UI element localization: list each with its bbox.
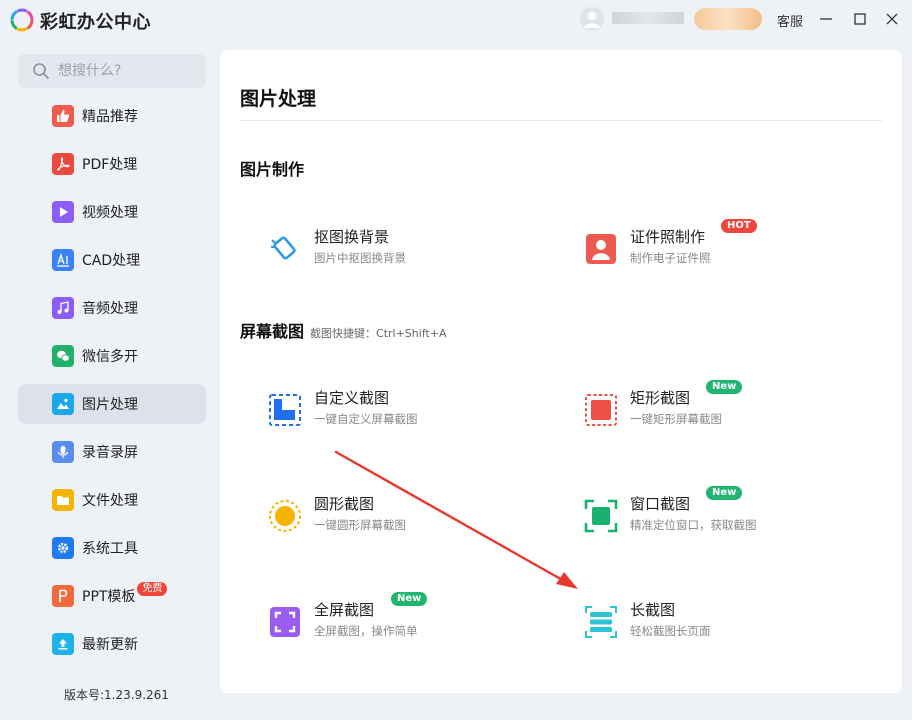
tool-window-screenshot[interactable]: 窗口截图 New 精准定位窗口，获取截图 <box>584 486 844 541</box>
sidebar-nav: 精品推荐 PDF处理 视频处理 CAD处理 音频处理 微信多开 图片处理 录音录… <box>18 96 206 672</box>
sidebar-item-label: 精品推荐 <box>82 109 138 125</box>
tool-description: 一键自定义屏幕截图 <box>314 412 418 426</box>
tool-circle-screenshot[interactable]: 圆形截图 一键圆形屏幕截图 <box>268 493 528 541</box>
new-badge: New <box>706 380 743 394</box>
ppt-icon <box>52 585 74 607</box>
tool-id-photo[interactable]: 证件照制作 HOT 制作电子证件照 <box>584 219 844 274</box>
tool-name: 窗口截图 <box>630 495 691 513</box>
sidebar-item-recommended[interactable]: 精品推荐 <box>18 96 206 136</box>
new-badge: New <box>706 486 743 500</box>
microphone-icon <box>52 441 74 463</box>
user-icon <box>584 12 600 28</box>
play-icon <box>52 201 74 223</box>
tool-description: 精准定位窗口，获取截图 <box>630 518 757 532</box>
window-crop-icon <box>584 499 618 533</box>
sidebar-item-label: 微信多开 <box>82 349 138 365</box>
app-logo-icon <box>10 8 34 32</box>
circle-crop-icon <box>269 500 301 532</box>
maximize-icon <box>854 13 866 25</box>
tool-name: 抠图换背景 <box>314 228 390 246</box>
app-title: 彩虹办公中心 <box>40 12 151 33</box>
search-icon <box>33 63 49 79</box>
custom-crop-icon <box>269 394 301 426</box>
gear-icon <box>52 537 74 559</box>
close-icon <box>886 13 898 25</box>
shortcut-hint: 截图快捷键：Ctrl+Shift+A <box>310 327 447 340</box>
free-badge: 免费 <box>137 582 168 596</box>
tool-name: 全屏截图 <box>314 601 375 619</box>
sidebar-item-pdf[interactable]: PDF处理 <box>18 144 206 184</box>
tool-name: 矩形截图 <box>630 389 691 407</box>
tool-description: 图片中抠图换背景 <box>314 251 406 265</box>
sidebar-item-label: 最新更新 <box>82 637 138 653</box>
hot-badge: HOT <box>721 219 757 233</box>
rectangle-crop-icon <box>585 394 617 426</box>
search-input[interactable] <box>58 63 188 79</box>
sidebar-item-system-tools[interactable]: 系统工具 <box>18 528 206 568</box>
version-label: 版本号:1.23.9.261 <box>64 688 169 702</box>
sidebar-item-latest-updates[interactable]: 最新更新 <box>18 624 206 664</box>
tool-description: 一键圆形屏幕截图 <box>314 518 406 532</box>
sidebar-item-video[interactable]: 视频处理 <box>18 192 206 232</box>
tool-long-screenshot[interactable]: 长截图 轻松截图长页面 <box>584 599 844 647</box>
section-title-screenshot: 屏幕截图 截图快捷键：Ctrl+Shift+A <box>240 318 447 342</box>
sidebar-item-recording[interactable]: 录音录屏 <box>18 432 206 472</box>
tool-description: 轻松截图长页面 <box>630 624 711 638</box>
tool-custom-screenshot[interactable]: 自定义截图 一键自定义屏幕截图 <box>268 387 528 435</box>
sidebar-item-label: 图片处理 <box>82 397 138 413</box>
main-panel: 图片处理 图片制作 抠图换背景 图片中抠图换背景 证件照制作 HOT 制作电子证… <box>220 50 902 693</box>
tool-name: 自定义截图 <box>314 389 390 407</box>
sidebar-item-label: 录音录屏 <box>82 445 138 461</box>
tool-name: 证件照制作 <box>630 228 706 246</box>
tool-description: 一键矩形屏幕截图 <box>630 412 722 426</box>
section-title-text: 屏幕截图 <box>240 322 305 341</box>
sidebar-item-label: 系统工具 <box>82 541 138 557</box>
sidebar-item-label: 视频处理 <box>82 205 138 221</box>
customer-service-button[interactable]: 客服 <box>777 11 803 30</box>
pdf-icon <box>52 153 74 175</box>
folder-icon <box>52 489 74 511</box>
search-box[interactable] <box>18 54 206 88</box>
tool-name: 长截图 <box>630 601 676 619</box>
avatar[interactable] <box>580 7 604 31</box>
wechat-icon <box>52 345 74 367</box>
upload-icon <box>52 633 74 655</box>
sidebar-item-cad[interactable]: CAD处理 <box>18 240 206 280</box>
sidebar-item-label: PPT模板 <box>82 589 136 605</box>
title-bar: 彩虹办公中心 客服 <box>0 0 912 40</box>
fullscreen-icon <box>270 607 300 637</box>
user-name-blurred[interactable] <box>612 12 684 24</box>
long-screenshot-icon <box>585 606 617 638</box>
tool-description: 全屏截图，操作简单 <box>314 624 418 638</box>
eraser-icon <box>271 236 296 260</box>
maximize-button[interactable] <box>846 6 874 32</box>
sidebar-item-audio[interactable]: 音频处理 <box>18 288 206 328</box>
vip-badge[interactable] <box>694 8 762 30</box>
music-icon <box>52 297 74 319</box>
minimize-button[interactable] <box>812 6 840 32</box>
sidebar-item-label: 音频处理 <box>82 301 138 317</box>
tool-cutout-background[interactable]: 抠图换背景 图片中抠图换背景 <box>268 226 528 274</box>
tool-rectangle-screenshot[interactable]: 矩形截图 New 一键矩形屏幕截图 <box>584 380 844 435</box>
close-button[interactable] <box>878 6 906 32</box>
sidebar-item-label: 文件处理 <box>82 493 138 509</box>
id-photo-icon <box>586 234 616 264</box>
tool-name: 圆形截图 <box>314 495 375 513</box>
image-icon <box>52 393 74 415</box>
tool-description: 制作电子证件照 <box>630 251 711 265</box>
sidebar-item-label: CAD处理 <box>82 253 141 269</box>
cad-icon <box>52 249 74 271</box>
minimize-icon <box>820 18 832 20</box>
sidebar-item-files[interactable]: 文件处理 <box>18 480 206 520</box>
sidebar-item-wechat[interactable]: 微信多开 <box>18 336 206 376</box>
page-title: 图片处理 <box>240 88 317 110</box>
divider <box>240 120 882 121</box>
tool-fullscreen-screenshot[interactable]: 全屏截图 New 全屏截图，操作简单 <box>268 592 528 647</box>
new-badge: New <box>391 592 428 606</box>
sidebar-item-label: PDF处理 <box>82 157 138 173</box>
thumbs-up-icon <box>52 105 74 127</box>
section-title-image-making: 图片制作 <box>240 160 305 179</box>
sidebar-item-ppt[interactable]: PPT模板 免费 <box>18 576 206 616</box>
sidebar-item-image[interactable]: 图片处理 <box>18 384 206 424</box>
